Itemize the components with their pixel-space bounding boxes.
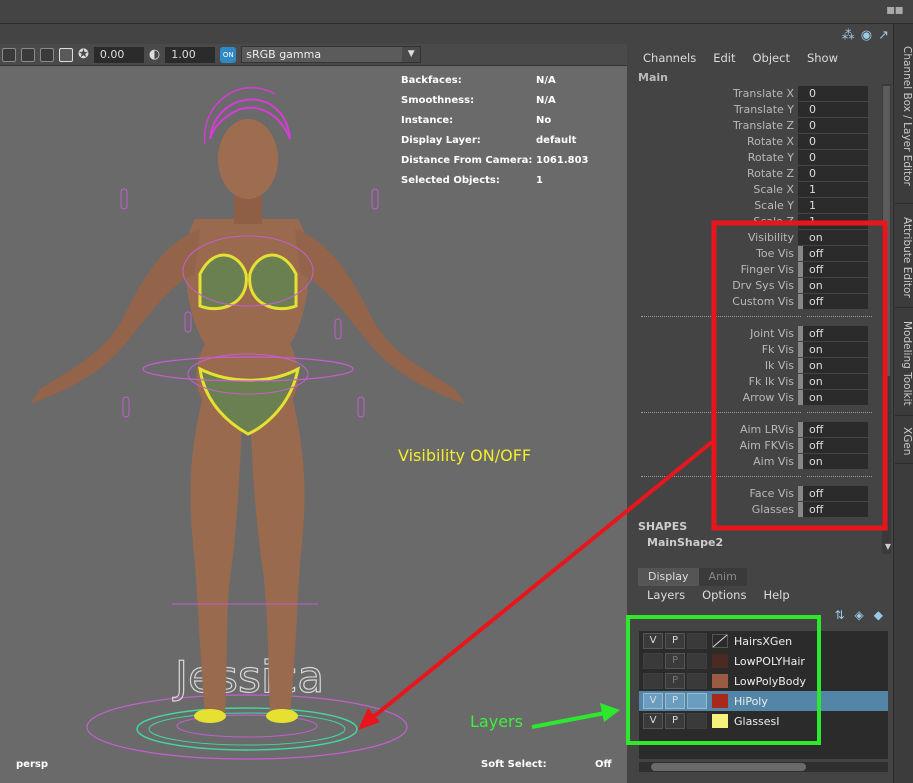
visibility-arrow-line (370, 440, 714, 720)
layers-arrow-line (531, 711, 606, 729)
annotation-overlay (358, 220, 888, 745)
layers-arrow-head (600, 703, 620, 722)
visibility-arrow-head (358, 708, 380, 730)
visibility-annotation: Visibility ON/OFF (398, 446, 532, 465)
layers-highlight-box (626, 615, 821, 745)
visibility-highlight-box (711, 220, 888, 531)
layers-annotation: Layers (470, 712, 523, 731)
